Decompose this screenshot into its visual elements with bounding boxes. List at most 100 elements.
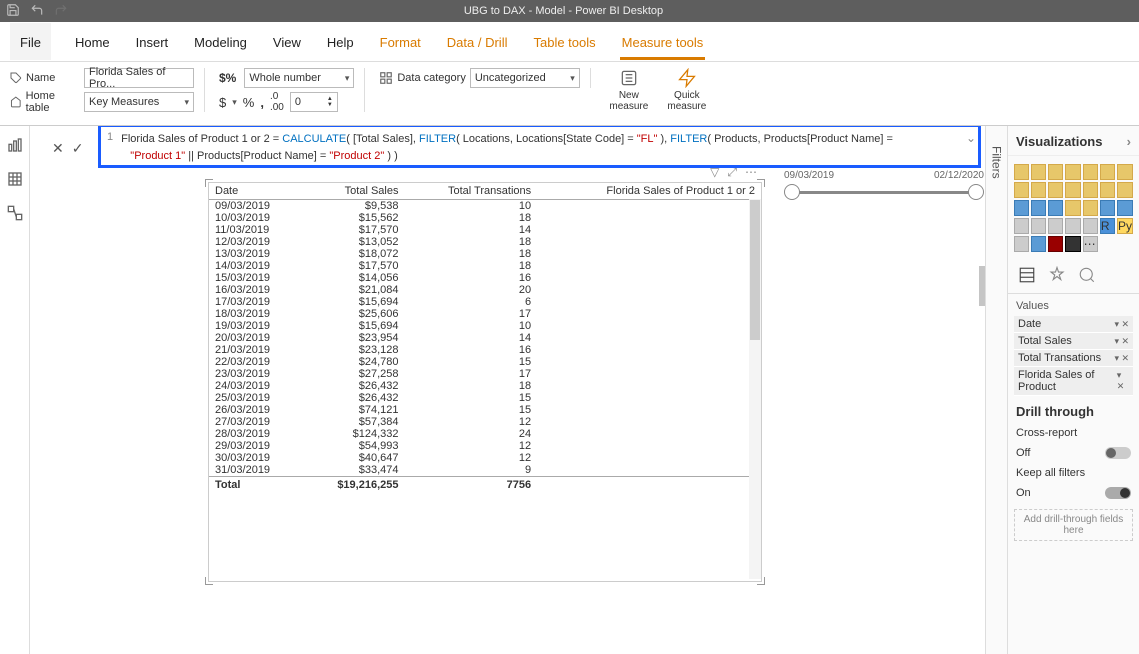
tab-insert[interactable]: Insert — [134, 23, 171, 60]
table-visual[interactable]: ▽ ⤢ ⋯ Date Total Sales Total Transations… — [208, 182, 762, 582]
field-well[interactable]: Florida Sales of Product▾ ✕ — [1014, 367, 1133, 396]
home-table-select[interactable]: Key Measures▾ — [84, 92, 194, 112]
viz-type-btn[interactable] — [1100, 200, 1115, 216]
viz-type-btn[interactable] — [1031, 218, 1046, 234]
table-row[interactable]: 20/03/2019$23,95414 — [209, 332, 761, 344]
formula-cancel-icon[interactable]: ✕ — [52, 140, 64, 157]
table-row[interactable]: 22/03/2019$24,78015 — [209, 356, 761, 368]
report-canvas[interactable]: ✕ ✓ ⌄ 1 Florida Sales of Product 1 or 2 … — [30, 126, 985, 654]
viz-type-btn[interactable] — [1100, 164, 1115, 180]
tab-measuretools[interactable]: Measure tools — [620, 23, 706, 60]
viz-type-btn[interactable] — [1014, 200, 1029, 216]
formula-commit-icon[interactable]: ✓ — [72, 140, 84, 157]
viz-type-btn[interactable] — [1048, 236, 1063, 252]
table-row[interactable]: 11/03/2019$17,57014 — [209, 224, 761, 236]
analytics-tab-icon[interactable] — [1078, 266, 1096, 287]
table-row[interactable]: 13/03/2019$18,07218 — [209, 248, 761, 260]
table-row[interactable]: 30/03/2019$40,64712 — [209, 452, 761, 464]
cross-report-toggle[interactable] — [1105, 447, 1131, 459]
add-drill-placeholder[interactable]: Add drill-through fields here — [1014, 509, 1133, 541]
col-florida[interactable]: Florida Sales of Product 1 or 2 — [537, 183, 761, 200]
format-tab-icon[interactable] — [1048, 266, 1066, 287]
tab-help[interactable]: Help — [325, 23, 356, 60]
viz-type-btn[interactable] — [1048, 164, 1063, 180]
viz-type-btn[interactable] — [1117, 182, 1133, 198]
tab-modeling[interactable]: Modeling — [192, 23, 249, 60]
viz-type-btn[interactable] — [1048, 218, 1063, 234]
slider-knob-left[interactable] — [784, 184, 800, 200]
viz-type-btn[interactable] — [1048, 200, 1063, 216]
viz-type-btn[interactable] — [1031, 164, 1046, 180]
table-row[interactable]: 19/03/2019$15,69410 — [209, 320, 761, 332]
currency-button[interactable]: $ — [219, 95, 226, 110]
col-date[interactable]: Date — [209, 183, 302, 200]
viz-type-btn[interactable] — [1065, 182, 1080, 198]
keep-filters-toggle[interactable] — [1105, 487, 1131, 499]
canvas-scrollbar[interactable] — [979, 266, 985, 306]
tab-tabletools[interactable]: Table tools — [531, 23, 597, 60]
redo-icon[interactable] — [54, 3, 68, 20]
report-view-icon[interactable] — [6, 136, 24, 154]
formula-expand-icon[interactable]: ⌄ — [966, 131, 976, 145]
viz-type-btn[interactable] — [1065, 200, 1080, 216]
table-row[interactable]: 31/03/2019$33,4749 — [209, 464, 761, 477]
fields-tab-icon[interactable] — [1018, 266, 1036, 287]
table-row[interactable]: 26/03/2019$74,12115 — [209, 404, 761, 416]
tab-datadrill[interactable]: Data / Drill — [445, 23, 510, 60]
table-row[interactable]: 16/03/2019$21,08420 — [209, 284, 761, 296]
viz-type-btn[interactable] — [1083, 218, 1098, 234]
viz-type-btn[interactable] — [1083, 182, 1098, 198]
viz-type-btn[interactable] — [1117, 164, 1133, 180]
viz-type-btn[interactable] — [1065, 164, 1080, 180]
viz-type-btn[interactable]: ⋯ — [1083, 236, 1098, 252]
field-well[interactable]: Total Transations▾ ✕ — [1014, 350, 1133, 367]
viz-type-btn[interactable] — [1031, 236, 1046, 252]
table-row[interactable]: 25/03/2019$26,43215 — [209, 392, 761, 404]
date-slicer[interactable]: 09/03/2019 02/12/2020 — [782, 170, 985, 208]
viz-type-btn[interactable]: R — [1100, 218, 1115, 234]
quick-measure-button[interactable]: Quick measure — [663, 68, 711, 112]
tab-file[interactable]: File — [10, 23, 51, 60]
table-row[interactable]: 29/03/2019$54,99312 — [209, 440, 761, 452]
data-category-select[interactable]: Uncategorized▾ — [470, 68, 580, 88]
model-view-icon[interactable] — [6, 204, 24, 222]
filters-pane-collapsed[interactable]: Filters — [985, 126, 1007, 654]
save-icon[interactable] — [6, 3, 20, 20]
viz-type-btn[interactable] — [1083, 200, 1098, 216]
table-row[interactable]: 14/03/2019$17,57018 — [209, 260, 761, 272]
viz-type-btn[interactable] — [1065, 218, 1080, 234]
name-input[interactable]: Florida Sales of Pro... — [84, 68, 194, 88]
viz-type-btn[interactable] — [1100, 182, 1115, 198]
tab-home[interactable]: Home — [73, 23, 112, 60]
undo-icon[interactable] — [30, 3, 44, 20]
viz-type-btn[interactable] — [1014, 182, 1029, 198]
table-scrollbar[interactable] — [749, 199, 761, 579]
table-row[interactable]: 27/03/2019$57,38412 — [209, 416, 761, 428]
formula-text[interactable]: Florida Sales of Product 1 or 2 = CALCUL… — [121, 131, 896, 161]
format-select[interactable]: Whole number▾ — [244, 68, 354, 88]
viz-type-btn[interactable] — [1117, 200, 1133, 216]
table-row[interactable]: 09/03/2019$9,53810 — [209, 200, 761, 213]
table-row[interactable]: 28/03/2019$124,33224 — [209, 428, 761, 440]
col-total-sales[interactable]: Total Sales — [302, 183, 404, 200]
table-row[interactable]: 21/03/2019$23,12816 — [209, 344, 761, 356]
pane-collapse-icon[interactable]: › — [1127, 134, 1131, 149]
table-row[interactable]: 12/03/2019$13,05218 — [209, 236, 761, 248]
slider-knob-right[interactable] — [968, 184, 984, 200]
comma-button[interactable]: , — [260, 95, 264, 110]
percent-button[interactable]: % — [243, 95, 255, 110]
table-row[interactable]: 23/03/2019$27,25817 — [209, 368, 761, 380]
viz-type-btn[interactable] — [1031, 182, 1046, 198]
tab-format[interactable]: Format — [378, 23, 423, 60]
formula-bar[interactable]: ⌄ 1 Florida Sales of Product 1 or 2 = CA… — [98, 126, 981, 168]
table-row[interactable]: 17/03/2019$15,6946 — [209, 296, 761, 308]
tab-view[interactable]: View — [271, 23, 303, 60]
viz-type-btn[interactable] — [1014, 164, 1029, 180]
col-total-trans[interactable]: Total Transations — [404, 183, 537, 200]
decimal-input[interactable]: 0▲▼ — [290, 92, 338, 112]
viz-type-btn[interactable] — [1014, 218, 1029, 234]
field-well[interactable]: Date▾ ✕ — [1014, 316, 1133, 333]
table-row[interactable]: 18/03/2019$25,60617 — [209, 308, 761, 320]
table-row[interactable]: 24/03/2019$26,43218 — [209, 380, 761, 392]
viz-type-btn[interactable] — [1031, 200, 1046, 216]
